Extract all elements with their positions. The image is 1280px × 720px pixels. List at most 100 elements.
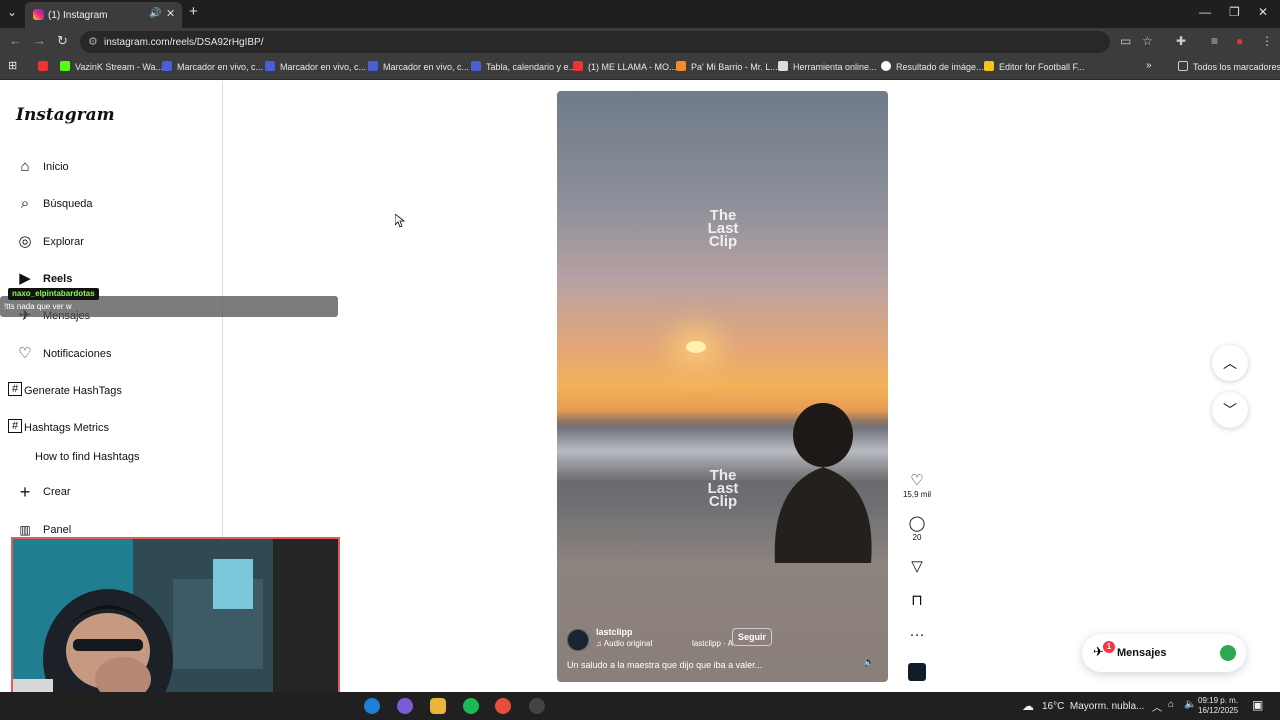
- messages-badge: 1: [1103, 641, 1115, 653]
- sidebar-item-label: Notificaciones: [43, 348, 112, 360]
- more-icon[interactable]: ···: [897, 627, 937, 643]
- bookmark-item[interactable]: Marcador en vivo, c...: [265, 61, 366, 72]
- weather-widget[interactable]: 16°C Mayorm. nubla...: [1042, 701, 1144, 712]
- bookmark-item[interactable]: VazinK Stream - Wa...: [60, 61, 163, 72]
- bookmark-item[interactable]: Pa' Mi Barrio - Mr. L...: [676, 61, 778, 72]
- sidebar-item-label: Reels: [43, 273, 73, 285]
- reload-icon[interactable]: ↻: [57, 33, 68, 49]
- webcam-image: [13, 539, 338, 709]
- install-icon[interactable]: ▭: [1120, 34, 1131, 48]
- close-window-button[interactable]: ✕: [1258, 5, 1268, 19]
- sidebar-item-label: Crear: [43, 486, 71, 498]
- network-icon[interactable]: ⌂: [1168, 699, 1174, 710]
- heart-icon[interactable]: ♡: [897, 473, 937, 489]
- obs-icon[interactable]: [529, 698, 545, 714]
- close-tab-icon[interactable]: ✕: [166, 7, 175, 20]
- watermark-bottom: The Last Clip: [707, 467, 739, 510]
- author-avatar[interactable]: [567, 629, 589, 651]
- compass-icon: ◎: [18, 233, 32, 250]
- follow-button[interactable]: Seguir: [732, 628, 773, 646]
- watermark-top: The Last Clip: [707, 207, 739, 250]
- spotify-icon[interactable]: [463, 698, 479, 714]
- url-text: instagram.com/reels/DSA92rHgIBP/: [104, 37, 264, 48]
- speaker-icon[interactable]: 🔊: [149, 8, 161, 19]
- messages-widget[interactable]: ✈ 1 Mensajes: [1082, 634, 1246, 672]
- reel-video[interactable]: The Last Clip The Last Clip lastclipp ♫ …: [557, 91, 888, 682]
- sidebar-item-label: Generate HashTags: [24, 385, 122, 397]
- sidebar-item-label: Hashtags Metrics: [24, 422, 109, 434]
- bookmark-item[interactable]: Editor for Football F...: [984, 61, 1085, 72]
- apps-icon[interactable]: ⊞: [8, 59, 17, 72]
- extensions-icon[interactable]: ✚: [1176, 34, 1186, 48]
- sidebar-item-label: Búsqueda: [43, 198, 93, 210]
- plus-icon: +: [19, 482, 31, 502]
- messages-label: Mensajes: [1117, 647, 1167, 659]
- browser-tab[interactable]: (1) Instagram 🔊 ✕: [25, 2, 182, 28]
- bookmark-item[interactable]: Marcador en vivo, c...: [162, 61, 263, 72]
- more-bookmarks-icon[interactable]: »: [1146, 60, 1152, 71]
- share-action[interactable]: ▽: [897, 559, 937, 575]
- edge-icon[interactable]: [364, 698, 380, 714]
- back-icon[interactable]: ←: [9, 33, 22, 48]
- sidebar-item-label: Explorar: [43, 236, 84, 248]
- volume-tray-icon[interactable]: 🔈: [1184, 699, 1196, 710]
- like-count: 15,9 mil: [902, 490, 931, 499]
- volume-icon[interactable]: 🔈: [863, 657, 875, 668]
- sidebar-item-label: How to find Hashtags: [35, 451, 140, 463]
- next-reel-button[interactable]: ﹀: [1212, 392, 1248, 428]
- browser-titlebar: ⌄ (1) Instagram 🔊 ✕ + — ❐ ✕: [0, 0, 1280, 28]
- tray-chevron-icon[interactable]: ︿: [1152, 699, 1162, 714]
- comment-icon[interactable]: ◯: [897, 516, 937, 532]
- bookmark-item[interactable]: (1) ME LLAMA - MO...: [573, 61, 677, 72]
- hashtag-icon: #: [8, 419, 22, 433]
- tab-search-icon[interactable]: ⌄: [7, 5, 17, 19]
- site-info-icon[interactable]: ⚙: [88, 35, 98, 48]
- minimize-button[interactable]: —: [1199, 5, 1211, 19]
- author-username[interactable]: lastclipp: [596, 627, 633, 637]
- clock[interactable]: 09:19 p. m. 16/12/2025: [1198, 696, 1238, 716]
- mouse-cursor-icon: [395, 214, 405, 228]
- bookmark-item[interactable]: Marcador en vivo, c...: [368, 61, 469, 72]
- forward-icon[interactable]: →: [33, 33, 46, 48]
- comment-count: 20: [912, 533, 922, 542]
- profile-icon[interactable]: ●: [1236, 34, 1243, 48]
- contact-avatar: [1220, 645, 1236, 661]
- tab-title: (1) Instagram: [48, 10, 108, 21]
- comment-action[interactable]: ◯ 20: [897, 516, 937, 543]
- file-explorer-icon[interactable]: [430, 698, 446, 714]
- chat-username-tag: naxo_elpintabardotas: [8, 288, 99, 300]
- url-field[interactable]: ⚙ instagram.com/reels/DSA92rHgIBP/: [80, 31, 1110, 53]
- sunset-sun: [686, 341, 706, 353]
- reel-caption[interactable]: Un saludo a la maestra que dijo que iba …: [567, 660, 762, 670]
- send-icon[interactable]: ▽: [897, 559, 937, 575]
- bookmark-star-icon[interactable]: ☆: [1142, 34, 1153, 48]
- media-icon[interactable]: ≡: [1211, 34, 1218, 48]
- bookmark-item[interactable]: Herramienta online...: [778, 61, 877, 72]
- address-bar-row: ← → ↻ ⚙ instagram.com/reels/DSA92rHgIBP/…: [0, 28, 1280, 56]
- instagram-logo[interactable]: Instagram: [16, 105, 115, 125]
- chrome-icon[interactable]: [495, 698, 511, 714]
- menu-icon[interactable]: ⋮: [1261, 34, 1273, 48]
- audio-cover-icon[interactable]: [908, 663, 926, 681]
- previous-reel-button[interactable]: ︿: [1212, 345, 1248, 381]
- app-icon[interactable]: [397, 698, 413, 714]
- weather-icon: ☁: [1022, 699, 1034, 713]
- bookmark-item[interactable]: Resultado de imáge...: [881, 61, 984, 72]
- person-silhouette: [774, 403, 872, 563]
- audio-author: lastclipp · A: [692, 639, 733, 648]
- bookmark-item[interactable]: Tabla, calendario y e...: [471, 61, 576, 72]
- like-action[interactable]: ♡ 15,9 mil: [897, 473, 937, 500]
- instagram-favicon-icon: [33, 9, 44, 20]
- bookmark-icon[interactable]: ⊓: [897, 593, 937, 609]
- audio-thumbnail[interactable]: [897, 663, 937, 681]
- new-tab-button[interactable]: +: [189, 3, 198, 20]
- bookmarks-bar: ⊞ VazinK Stream - Wa... Marcador en vivo…: [0, 56, 1280, 80]
- bookmark-item[interactable]: [38, 61, 53, 72]
- save-action[interactable]: ⊓: [897, 593, 937, 609]
- notification-icon[interactable]: ▣: [1252, 698, 1263, 712]
- all-bookmarks-folder[interactable]: Todos los marcadores: [1178, 61, 1280, 72]
- more-action[interactable]: ···: [897, 627, 937, 643]
- audio-label[interactable]: ♫ Audio original: [596, 639, 652, 648]
- sidebar-item-label: Panel: [43, 524, 72, 536]
- maximize-button[interactable]: ❐: [1229, 5, 1240, 19]
